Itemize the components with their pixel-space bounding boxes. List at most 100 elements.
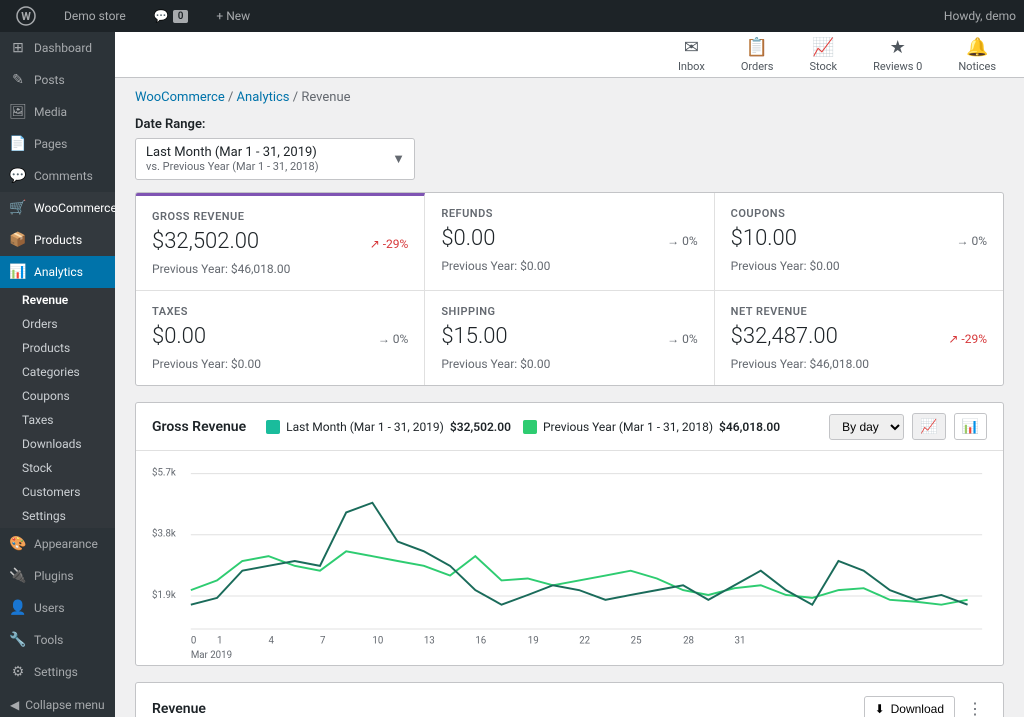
orders-label: Orders [741, 60, 774, 73]
submenu-item-orders[interactable]: Orders [0, 312, 115, 336]
sidebar-item-analytics[interactable]: 📊 Analytics [0, 256, 115, 288]
sidebar-label-appearance: Appearance [34, 537, 98, 551]
chart-section: Gross Revenue Last Month (Mar 1 - 31, 20… [135, 402, 1004, 666]
submenu-label-taxes: Taxes [22, 413, 53, 427]
y-label-38k: $3.8k [152, 529, 176, 540]
submenu-label-orders: Orders [22, 317, 58, 331]
site-name-button[interactable]: Demo store [56, 0, 134, 32]
settings-icon: ⚙ [10, 664, 26, 680]
submenu-label-customers: Customers [22, 485, 80, 499]
stat-coupons: COUPONS $10.00 → 0% Previous Year: $0.00 [715, 193, 1003, 290]
date-range-sub: vs. Previous Year (Mar 1 - 31, 2018) [146, 160, 384, 173]
submenu-item-coupons[interactable]: Coupons [0, 384, 115, 408]
submenu-item-downloads[interactable]: Downloads [0, 432, 115, 456]
collapse-menu-button[interactable]: ◀ Collapse menu [0, 688, 115, 717]
stats-grid: GROSS REVENUE $32,502.00 ↗ -29% Previous… [135, 192, 1004, 386]
products-icon: 📦 [10, 232, 26, 248]
sidebar-label-settings: Settings [34, 665, 78, 679]
sidebar-item-settings[interactable]: ⚙ Settings [0, 656, 115, 688]
x-label-19: 19 [528, 636, 539, 647]
sidebar-label-pages: Pages [34, 137, 67, 151]
sidebar-item-comments[interactable]: 💬 Comments [0, 160, 115, 192]
analytics-submenu: Revenue Orders Products Categories Coupo… [0, 288, 115, 528]
users-icon: 👤 [10, 600, 26, 616]
x-label-25: 25 [631, 636, 642, 647]
more-options-button[interactable]: ⋮ [963, 695, 987, 717]
inbox-button[interactable]: ✉ Inbox [670, 33, 713, 77]
coupons-previous: Previous Year: $0.00 [731, 259, 987, 273]
chart-body: $5.7k $3.8k $1.9k [136, 451, 1003, 665]
legend-checkbox-1[interactable] [266, 420, 280, 434]
submenu-item-settings[interactable]: Settings [0, 504, 115, 528]
download-button[interactable]: ⬇ Download [864, 696, 955, 717]
sidebar-label-users: Users [34, 601, 65, 615]
stat-shipping: SHIPPING $15.00 → 0% Previous Year: $0.0… [425, 291, 714, 385]
new-label: + New [216, 9, 250, 23]
pages-icon: 📄 [10, 136, 26, 152]
net-revenue-delta: ↗ -29% [948, 332, 987, 346]
gross-revenue-previous: Previous Year: $46,018.00 [152, 262, 408, 276]
reviews-button[interactable]: ★ Reviews 0 [865, 33, 930, 77]
submenu-item-products[interactable]: Products [0, 336, 115, 360]
woocommerce-icon: 🛒 [10, 200, 26, 216]
bar-chart-button[interactable]: 📊 [954, 413, 987, 440]
sidebar-item-dashboard[interactable]: ⊞ Dashboard [0, 32, 115, 64]
sidebar-item-media[interactable]: 🖼 Media [0, 96, 115, 128]
stats-row-2: TAXES $0.00 → 0% Previous Year: $0.00 SH… [136, 291, 1003, 385]
sidebar-label-media: Media [34, 105, 67, 119]
stock-icon: 📈 [812, 37, 834, 58]
x-label-1: 1 [217, 636, 222, 647]
orders-button[interactable]: 📋 Orders [733, 33, 782, 77]
site-name: Demo store [64, 9, 126, 23]
x-label-10: 10 [372, 636, 383, 647]
x-label-16: 16 [475, 636, 486, 647]
comments-button[interactable]: 💬 0 [146, 0, 197, 32]
taxes-label: TAXES [152, 305, 408, 318]
sidebar-label-posts: Posts [34, 73, 65, 87]
download-icon: ⬇ [875, 702, 885, 716]
x-label-13: 13 [424, 636, 435, 647]
new-content-button[interactable]: + New [208, 0, 258, 32]
stat-gross-revenue: GROSS REVENUE $32,502.00 ↗ -29% Previous… [136, 193, 425, 290]
date-range-select[interactable]: Last Month (Mar 1 - 31, 2019) vs. Previo… [135, 138, 415, 180]
dashboard-icon: ⊞ [10, 40, 26, 56]
submenu-item-revenue[interactable]: Revenue [0, 288, 115, 312]
revenue-actions: ⬇ Download ⋮ [864, 695, 987, 717]
stock-button[interactable]: 📈 Stock [801, 33, 845, 77]
sidebar-item-appearance[interactable]: 🎨 Appearance [0, 528, 115, 560]
submenu-item-stock[interactable]: Stock [0, 456, 115, 480]
legend-checkbox-2[interactable] [523, 420, 537, 434]
sidebar-item-woocommerce[interactable]: 🛒 WooCommerce [0, 192, 115, 224]
sidebar-item-products[interactable]: 📦 Products [0, 224, 115, 256]
line-chart-button[interactable]: 📈 [912, 413, 945, 440]
submenu-item-customers[interactable]: Customers [0, 480, 115, 504]
chart-controls: By day 📈 📊 [829, 413, 987, 440]
submenu-item-categories[interactable]: Categories [0, 360, 115, 384]
sidebar-item-users[interactable]: 👤 Users [0, 592, 115, 624]
refunds-value: $0.00 [441, 226, 495, 251]
breadcrumb-woocommerce[interactable]: WooCommerce [135, 90, 225, 105]
y-label-57k: $5.7k [152, 468, 176, 479]
admin-bar: W Demo store 💬 0 + New Howdy, demo [0, 0, 1024, 32]
by-day-select[interactable]: By day [829, 414, 904, 440]
sidebar-label-woocommerce: WooCommerce [34, 201, 115, 215]
tools-icon: 🔧 [10, 632, 26, 648]
sidebar-item-pages[interactable]: 📄 Pages [0, 128, 115, 160]
chart-legend-1: Last Month (Mar 1 - 31, 2019) $32,502.00 [266, 420, 511, 434]
sidebar-item-tools[interactable]: 🔧 Tools [0, 624, 115, 656]
breadcrumb-analytics[interactable]: Analytics [237, 90, 290, 105]
notices-icon: 🔔 [966, 37, 988, 58]
sidebar-item-plugins[interactable]: 🔌 Plugins [0, 560, 115, 592]
taxes-previous: Previous Year: $0.00 [152, 357, 408, 371]
wp-logo-button[interactable]: W [8, 0, 44, 32]
submenu-item-taxes[interactable]: Taxes [0, 408, 115, 432]
notices-button[interactable]: 🔔 Notices [950, 33, 1004, 77]
stats-row-1: GROSS REVENUE $32,502.00 ↗ -29% Previous… [136, 193, 1003, 291]
reviews-icon: ★ [890, 37, 906, 58]
stat-net-revenue: NET REVENUE $32,487.00 ↗ -29% Previous Y… [715, 291, 1003, 385]
date-range-section: Date Range: Last Month (Mar 1 - 31, 2019… [135, 117, 1004, 180]
analytics-icon: 📊 [10, 264, 26, 280]
sidebar-item-posts[interactable]: ✎ Posts [0, 64, 115, 96]
sidebar: ⊞ Dashboard ✎ Posts 🖼 Media 📄 Pages 💬 Co… [0, 32, 115, 717]
submenu-label-products: Products [22, 341, 70, 355]
